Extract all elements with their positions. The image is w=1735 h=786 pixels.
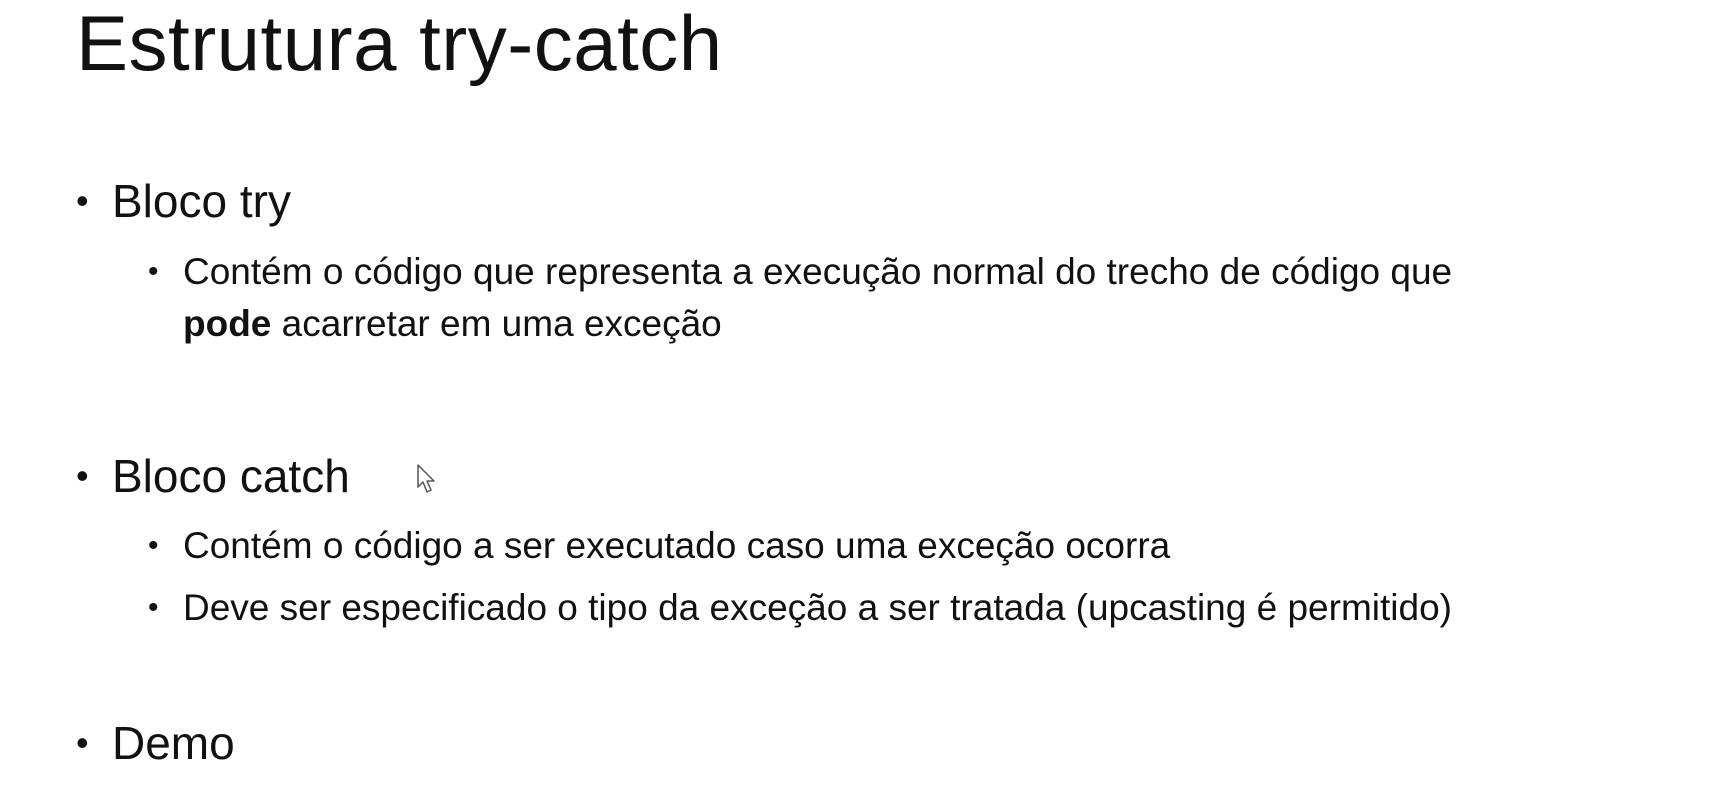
sub-bullet-catch-type: • Deve ser especificado o tipo da exceçã… <box>148 582 1452 634</box>
sub-bullet-line-2-rest: acarretar em uma exceção <box>271 303 722 344</box>
sub-bullet-icon: • <box>148 529 159 562</box>
sub-bullet-text: Deve ser especificado o tipo da exceção … <box>183 587 1452 628</box>
bullet-icon: • <box>76 180 89 221</box>
bullet-demo: • Demo <box>76 720 235 766</box>
bullet-bloco-try: • Bloco try <box>76 178 291 224</box>
sub-bullet-icon: • <box>148 591 159 624</box>
sub-bullet-catch-desc: • Contém o código a ser executado caso u… <box>148 520 1170 572</box>
bullet-label: Demo <box>112 717 235 769</box>
slide-title: Estrutura try-catch <box>76 0 723 87</box>
bullet-icon: • <box>76 722 89 763</box>
mouse-pointer-icon <box>417 464 435 493</box>
sub-bullet-line-2: pode acarretar em uma exceção <box>183 298 1452 350</box>
sub-bullet-icon: • <box>148 255 159 288</box>
bullet-icon: • <box>76 455 89 496</box>
bullet-label: Bloco catch <box>112 450 350 502</box>
sub-bullet-text: Contém o código a ser executado caso uma… <box>183 525 1171 566</box>
sub-bullet-line-1: Contém o código que representa a execuçã… <box>183 251 1453 292</box>
bullet-label: Bloco try <box>112 175 291 227</box>
sub-bullet-try-desc: • Contém o código que representa a execu… <box>148 246 1452 350</box>
emphasis-text: pode <box>183 303 272 344</box>
bullet-bloco-catch: • Bloco catch <box>76 453 350 499</box>
slide: Estrutura try-catch • Bloco try • Contém … <box>0 0 1735 786</box>
